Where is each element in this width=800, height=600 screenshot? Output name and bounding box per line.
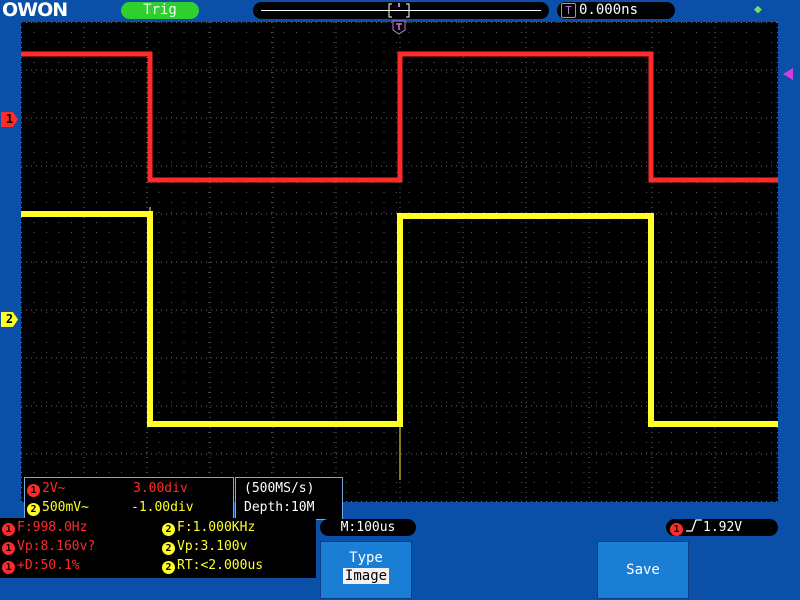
waveform-grid <box>21 22 778 502</box>
channel-info-panel: 1 2V~ 3.00div 2 500mV~ -1.00div <box>24 477 234 520</box>
trigger-time-marker-icon[interactable] <box>392 20 406 35</box>
ch1-level-marker[interactable]: 1 <box>1 112 18 127</box>
ch2-info-row: 2 500mV~ <box>27 500 89 516</box>
measurement-panel: 1 F:998.0Hz 1 Vp:8.160v? 1 +D:50.1% 2 F:1.00… <box>0 518 316 578</box>
memory-depth: Depth:10M <box>244 500 315 515</box>
ch1-position: 3.00div <box>133 481 188 496</box>
ch1-info-row: 1 2V~ <box>27 481 65 497</box>
ch2-badge-icon: 2 <box>162 561 175 574</box>
trigger-status-badge[interactable]: Trig <box>121 2 199 19</box>
save-button[interactable]: Save <box>597 541 689 599</box>
ch1-volts-div: 2V~ <box>42 481 66 496</box>
waveform-display[interactable] <box>21 22 778 502</box>
rising-edge-icon <box>686 519 702 532</box>
ch1-badge-icon: 1 <box>2 561 15 574</box>
ch1-duty-cycle: +D:50.1% <box>17 558 80 573</box>
sample-rate: (500MS/s) <box>244 481 315 496</box>
ch2-badge-icon: 2 <box>162 523 175 536</box>
ch2-volts-div: 500mV~ <box>42 500 89 515</box>
time-offset-value: 0.000ns <box>579 2 639 18</box>
trigger-level-indicator[interactable]: 1 1.92V <box>666 519 778 536</box>
ch2-rise-time: RT:<2.000us <box>177 558 264 573</box>
trigger-level-arrow-icon[interactable] <box>782 65 794 80</box>
memory-position-indicator <box>261 3 541 18</box>
ch2-position: -1.00div <box>131 500 194 515</box>
usb-connection-icon: ◆ <box>754 2 762 17</box>
trigger-source-icon: 1 <box>670 523 683 536</box>
ch1-badge-icon: 1 <box>2 523 15 536</box>
type-value: Image <box>342 568 390 584</box>
ch1-frequency: F:998.0Hz <box>17 520 88 535</box>
type-menu-button[interactable]: Type Image <box>320 541 412 599</box>
horizontal-trigger-position[interactable]: T 0.000ns <box>557 2 675 19</box>
ch2-vpp: Vp:3.100v <box>177 539 248 554</box>
ch2-frequency: F:1.000KHz <box>177 520 256 535</box>
brand-logo: OWON <box>2 0 68 21</box>
ch2-badge-icon: 2 <box>162 542 175 555</box>
ch2-badge-icon: 2 <box>27 503 40 516</box>
memory-position-bar[interactable] <box>253 2 549 19</box>
ch1-badge-icon: 1 <box>27 484 40 497</box>
ch2-level-marker[interactable]: 2 <box>1 312 18 327</box>
ch1-vpp: Vp:8.160v? <box>17 539 96 554</box>
type-label: Type <box>349 550 383 566</box>
acquisition-info-panel: (500MS/s) Depth:10M <box>235 477 343 520</box>
ch1-badge-icon: 1 <box>2 542 15 555</box>
time-badge-icon: T <box>561 3 576 18</box>
timebase-indicator[interactable]: M:100us <box>320 519 416 536</box>
trigger-level-value: 1.92V <box>703 520 743 535</box>
